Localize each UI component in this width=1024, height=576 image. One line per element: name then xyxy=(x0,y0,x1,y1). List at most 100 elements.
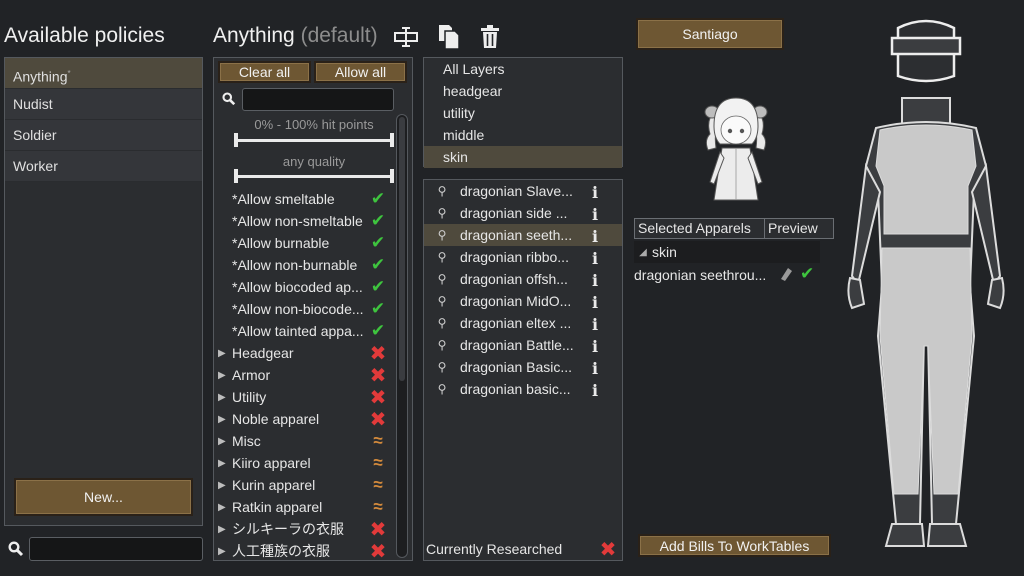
check-icon[interactable]: ✔ xyxy=(368,299,388,319)
filter-label: Misc xyxy=(232,433,261,449)
expand-arrow-icon[interactable]: ▶ xyxy=(218,502,232,513)
info-icon[interactable]: i xyxy=(592,249,602,268)
expand-arrow-icon[interactable]: ▶ xyxy=(218,436,232,447)
filter-row[interactable]: ▶ シルキーラの衣服 ✖ xyxy=(218,518,388,541)
hit-points-label: 0% - 100% hit points xyxy=(254,117,374,132)
hit-points-max-handle[interactable] xyxy=(390,133,394,147)
filter-row[interactable]: *Allow tainted appa... ✔ xyxy=(218,320,388,342)
pawn-select-button[interactable]: Santiago xyxy=(636,18,784,50)
selected-group-row[interactable]: ◢ skin xyxy=(634,241,820,263)
apparel-row[interactable]: ⚲ dragonian Slave... i xyxy=(424,180,622,202)
info-icon[interactable]: i xyxy=(592,271,602,290)
filter-row[interactable]: *Allow burnable ✔ xyxy=(218,232,388,254)
partial-icon[interactable]: ≈ xyxy=(368,431,388,451)
apparel-row[interactable]: ⚲ dragonian ribbo... i xyxy=(424,246,622,268)
check-icon[interactable]: ✔ xyxy=(368,233,388,253)
cross-icon[interactable]: ✖ xyxy=(368,518,388,541)
check-icon[interactable]: ✔ xyxy=(368,211,388,231)
apparel-row[interactable]: ⚲ dragonian MidO... i xyxy=(424,290,622,312)
policy-item-anything[interactable]: Anything* xyxy=(5,58,202,89)
layer-item[interactable]: middle xyxy=(424,124,622,146)
preview-check-icon[interactable]: ✔ xyxy=(800,264,814,284)
quality-max-handle[interactable] xyxy=(390,169,394,183)
policy-item-nudist[interactable]: Nudist xyxy=(5,89,202,120)
layer-item[interactable]: All Layers xyxy=(424,58,622,80)
filter-row[interactable]: ▶ Misc ≈ xyxy=(218,430,388,452)
info-icon[interactable]: i xyxy=(592,359,602,378)
filter-row[interactable]: ▶ Noble apparel ✖ xyxy=(218,408,388,431)
filter-row[interactable]: *Allow non-smeltable ✔ xyxy=(218,210,388,232)
apparel-row[interactable]: ⚲ dragonian Basic... i xyxy=(424,356,622,378)
info-icon[interactable]: i xyxy=(592,315,602,334)
info-icon[interactable]: i xyxy=(592,183,602,202)
filter-row[interactable]: ▶ Kurin apparel ≈ xyxy=(218,474,388,496)
expand-arrow-icon[interactable]: ▶ xyxy=(218,348,232,359)
filter-list: *Allow smeltable ✔ *Allow non-smeltable ✔ *A… xyxy=(218,188,388,561)
apparel-row[interactable]: ⚲ dragonian Battle... i xyxy=(424,334,622,356)
info-icon[interactable]: i xyxy=(592,337,602,356)
cross-icon[interactable]: ✖ xyxy=(368,540,388,561)
delete-icon[interactable] xyxy=(480,25,500,49)
quality-slider[interactable] xyxy=(234,169,394,183)
filter-row[interactable]: *Allow non-biocode... ✔ xyxy=(218,298,388,320)
cross-icon[interactable]: ✖ xyxy=(368,386,388,409)
clear-all-button[interactable]: Clear all xyxy=(218,61,311,83)
expand-arrow-icon[interactable]: ▶ xyxy=(218,414,232,425)
partial-icon[interactable]: ≈ xyxy=(368,453,388,473)
policy-search-input[interactable] xyxy=(29,537,203,561)
filter-row[interactable]: ▶ Ratkin apparel ≈ xyxy=(218,496,388,518)
expand-arrow-icon[interactable]: ▶ xyxy=(218,458,232,469)
hit-points-min-handle[interactable] xyxy=(234,133,238,147)
expand-arrow-icon[interactable]: ▶ xyxy=(218,392,232,403)
copy-icon[interactable] xyxy=(437,24,461,50)
check-icon[interactable]: ✔ xyxy=(368,321,388,341)
rename-icon[interactable] xyxy=(393,26,419,48)
apparel-row[interactable]: ⚲ dragonian seeth... i xyxy=(424,224,622,246)
filter-scrollbar[interactable] xyxy=(396,114,408,558)
policy-item-worker[interactable]: Worker xyxy=(5,151,202,182)
policy-item-soldier[interactable]: Soldier xyxy=(5,120,202,151)
filter-row[interactable]: ▶ Headgear ✖ xyxy=(218,342,388,365)
info-icon[interactable]: i xyxy=(592,293,602,312)
expand-arrow-icon[interactable]: ▶ xyxy=(218,546,232,557)
check-icon[interactable]: ✔ xyxy=(368,277,388,297)
hit-points-slider[interactable] xyxy=(234,133,394,147)
filter-scrollbar-thumb[interactable] xyxy=(399,117,405,381)
apparel-icon: ⚲ xyxy=(437,316,447,330)
researched-toggle[interactable]: ✖ xyxy=(598,537,618,562)
cross-icon[interactable]: ✖ xyxy=(368,408,388,431)
info-icon[interactable]: i xyxy=(592,381,602,400)
filter-row[interactable]: ▶ 人工種族の衣服 ✖ xyxy=(218,540,388,561)
info-icon[interactable]: i xyxy=(592,205,602,224)
info-icon[interactable]: i xyxy=(592,227,602,246)
new-policy-button[interactable]: New... xyxy=(14,478,193,516)
apparel-row[interactable]: ⚲ dragonian offsh... i xyxy=(424,268,622,290)
allow-all-button[interactable]: Allow all xyxy=(314,61,407,83)
quality-min-handle[interactable] xyxy=(234,169,238,183)
check-icon[interactable]: ✔ xyxy=(368,255,388,275)
apparel-row[interactable]: ⚲ dragonian basic... i xyxy=(424,378,622,400)
apparel-icon: ⚲ xyxy=(437,360,447,374)
filter-row[interactable]: *Allow smeltable ✔ xyxy=(218,188,388,210)
expand-arrow-icon[interactable]: ▶ xyxy=(218,480,232,491)
apparel-row[interactable]: ⚲ dragonian eltex ... i xyxy=(424,312,622,334)
filter-row[interactable]: *Allow biocoded ap... ✔ xyxy=(218,276,388,298)
partial-icon[interactable]: ≈ xyxy=(368,497,388,517)
selected-apparel-row[interactable]: dragonian seethrou... ✔ xyxy=(634,264,824,286)
expand-arrow-icon[interactable]: ▶ xyxy=(218,370,232,381)
layer-item[interactable]: utility xyxy=(424,102,622,124)
layer-item[interactable]: headgear xyxy=(424,80,622,102)
add-bills-button[interactable]: Add Bills To WorkTables xyxy=(638,534,831,557)
apparel-row[interactable]: ⚲ dragonian side ... i xyxy=(424,202,622,224)
filter-row[interactable]: ▶ Armor ✖ xyxy=(218,364,388,387)
expand-arrow-icon[interactable]: ▶ xyxy=(218,524,232,535)
filter-search-input[interactable] xyxy=(242,88,394,111)
filter-row[interactable]: ▶ Utility ✖ xyxy=(218,386,388,409)
layer-item[interactable]: skin xyxy=(424,146,622,168)
filter-row[interactable]: ▶ Kiiro apparel ≈ xyxy=(218,452,388,474)
filter-row[interactable]: *Allow non-burnable ✔ xyxy=(218,254,388,276)
partial-icon[interactable]: ≈ xyxy=(368,475,388,495)
check-icon[interactable]: ✔ xyxy=(368,189,388,209)
cross-icon[interactable]: ✖ xyxy=(368,364,388,387)
cross-icon[interactable]: ✖ xyxy=(368,342,388,365)
